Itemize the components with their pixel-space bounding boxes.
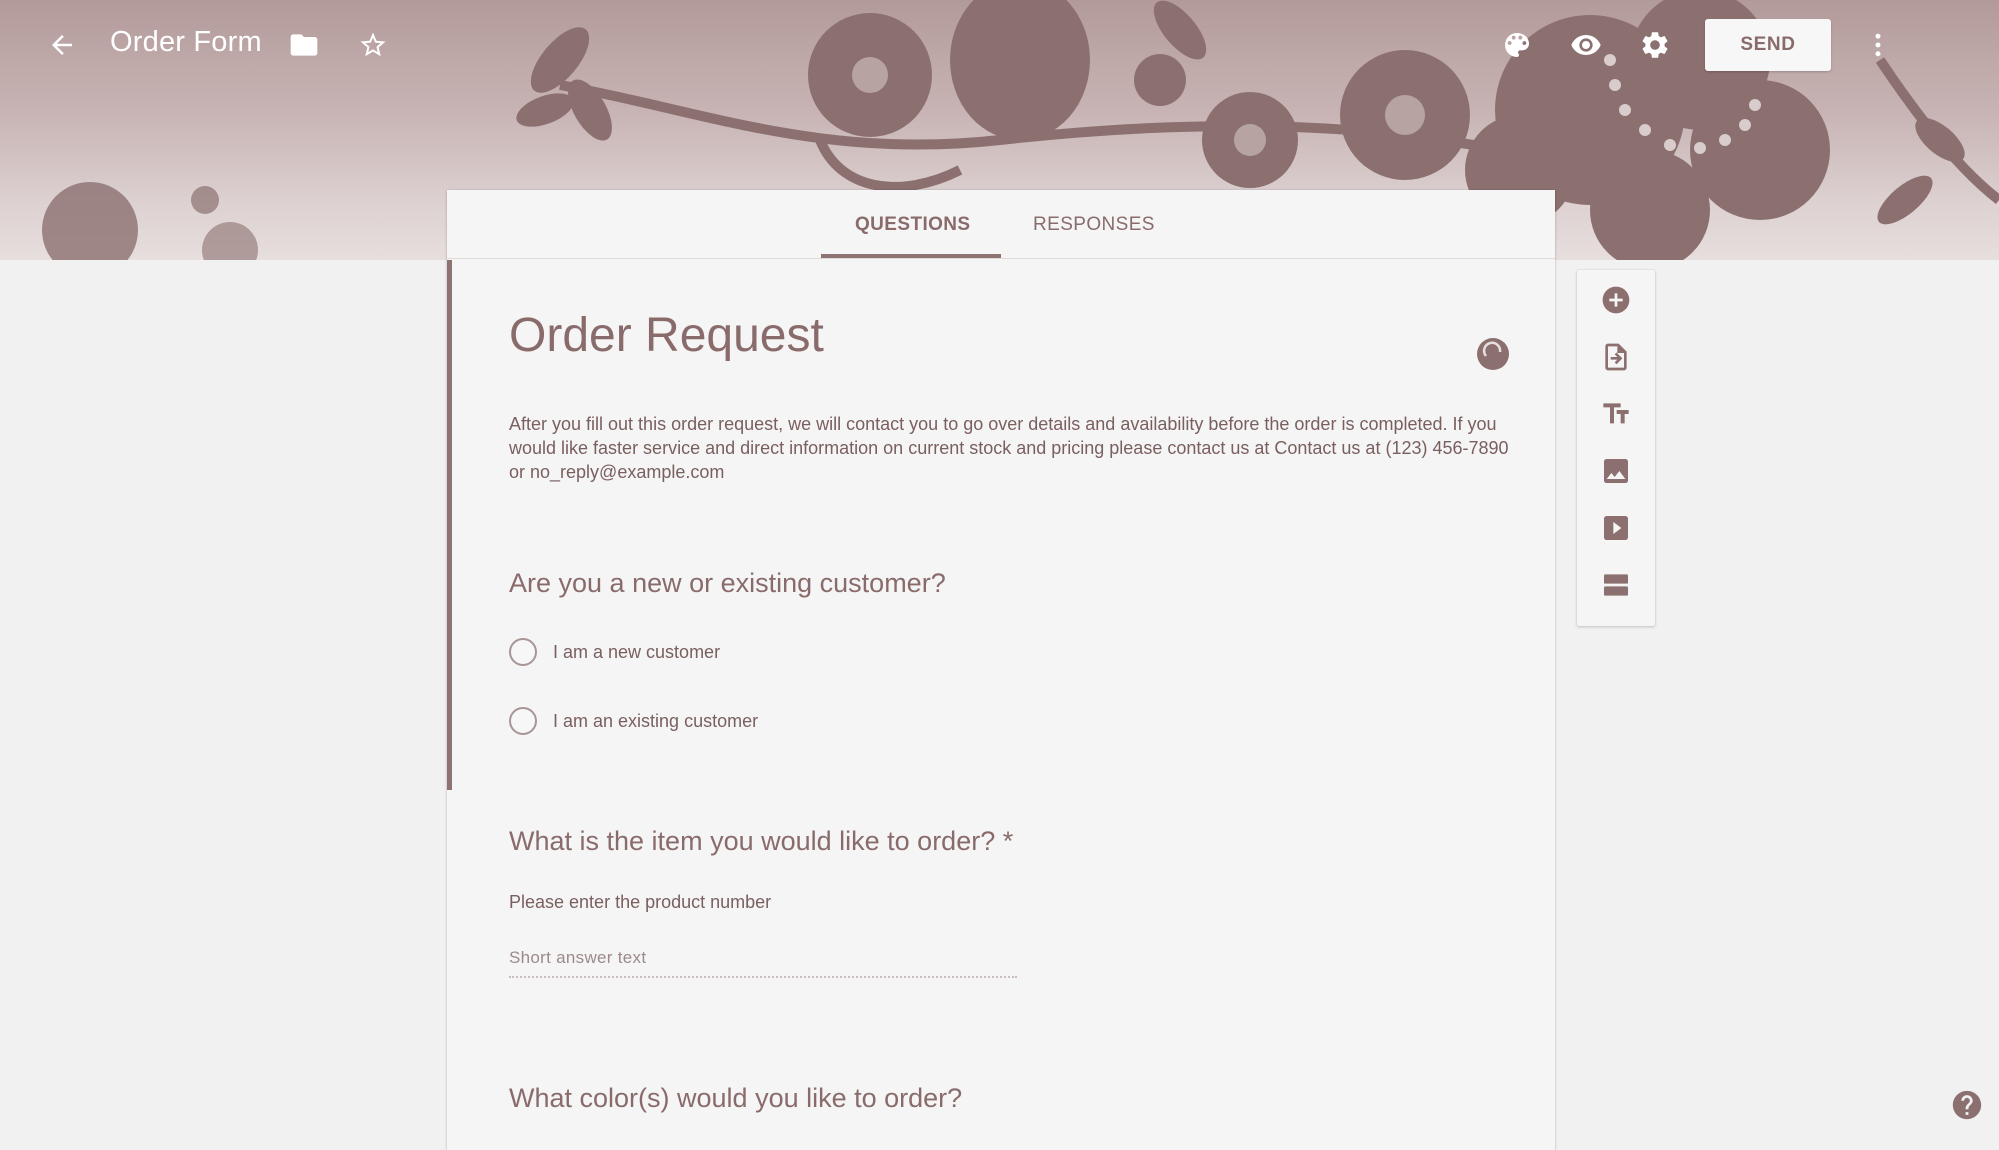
loading-spinner-icon	[1477, 338, 1509, 370]
add-video-button[interactable]	[1594, 506, 1638, 550]
add-circle-icon	[1602, 286, 1630, 314]
question-title[interactable]: What color(s) would you like to order?	[509, 1083, 962, 1114]
star-button[interactable]	[351, 23, 395, 67]
palette-icon	[1505, 33, 1529, 57]
preview-button[interactable]	[1564, 23, 1608, 67]
import-icon	[1605, 343, 1627, 371]
more-options-button[interactable]	[1856, 23, 1900, 67]
move-to-folder-button[interactable]	[282, 23, 326, 67]
video-icon	[1604, 516, 1628, 540]
star-icon	[360, 32, 386, 57]
question-help-text: Please enter the product number	[509, 892, 772, 912]
send-button[interactable]: SEND	[1705, 19, 1831, 71]
tab-bar: QUESTIONS RESPONSES	[447, 190, 1555, 259]
eye-icon	[1571, 35, 1601, 55]
add-item-toolbar	[1577, 270, 1655, 626]
tab-questions[interactable]: QUESTIONS	[855, 214, 971, 236]
help-button[interactable]	[1950, 1088, 1984, 1122]
radio-option[interactable]: I am an existing customer	[509, 706, 758, 736]
image-icon	[1604, 459, 1628, 483]
back-button[interactable]	[40, 23, 84, 67]
title-text-icon	[1603, 403, 1629, 424]
add-title-button[interactable]	[1594, 392, 1638, 436]
radio-button[interactable]	[509, 638, 537, 666]
form-heading[interactable]: Order Request	[509, 308, 824, 363]
short-answer-field: Short answer text	[509, 942, 1017, 978]
arrow-back-icon	[52, 35, 72, 55]
help-icon	[1952, 1090, 1982, 1120]
question-title[interactable]: Are you a new or existing customer?	[509, 568, 946, 599]
active-section-indicator	[447, 260, 452, 790]
question-title[interactable]: What is the item you would like to order…	[509, 826, 1013, 857]
add-image-button[interactable]	[1594, 449, 1638, 493]
radio-option-label: I am an existing customer	[553, 710, 759, 731]
more-vert-icon	[1875, 33, 1881, 57]
form-description[interactable]: After you fill out this order request, w…	[509, 412, 1509, 484]
radio-button[interactable]	[509, 707, 537, 735]
gear-icon	[1642, 32, 1668, 58]
tab-divider	[447, 258, 1555, 259]
radio-option-label: I am a new customer	[553, 641, 721, 662]
tab-responses[interactable]: RESPONSES	[1033, 214, 1155, 236]
section-icon	[1604, 574, 1628, 596]
folder-icon	[290, 34, 318, 56]
radio-option[interactable]: I am a new customer	[509, 637, 720, 667]
add-question-button[interactable]	[1594, 278, 1638, 322]
form-editor-card: QUESTIONS RESPONSES Order Request After …	[447, 190, 1555, 1150]
customize-theme-button[interactable]	[1495, 23, 1539, 67]
top-app-bar: Order Form SEND	[0, 0, 1999, 92]
settings-button[interactable]	[1633, 23, 1677, 67]
import-questions-button[interactable]	[1594, 335, 1638, 379]
add-section-button[interactable]	[1594, 563, 1638, 607]
form-title[interactable]: Order Form	[110, 26, 262, 59]
